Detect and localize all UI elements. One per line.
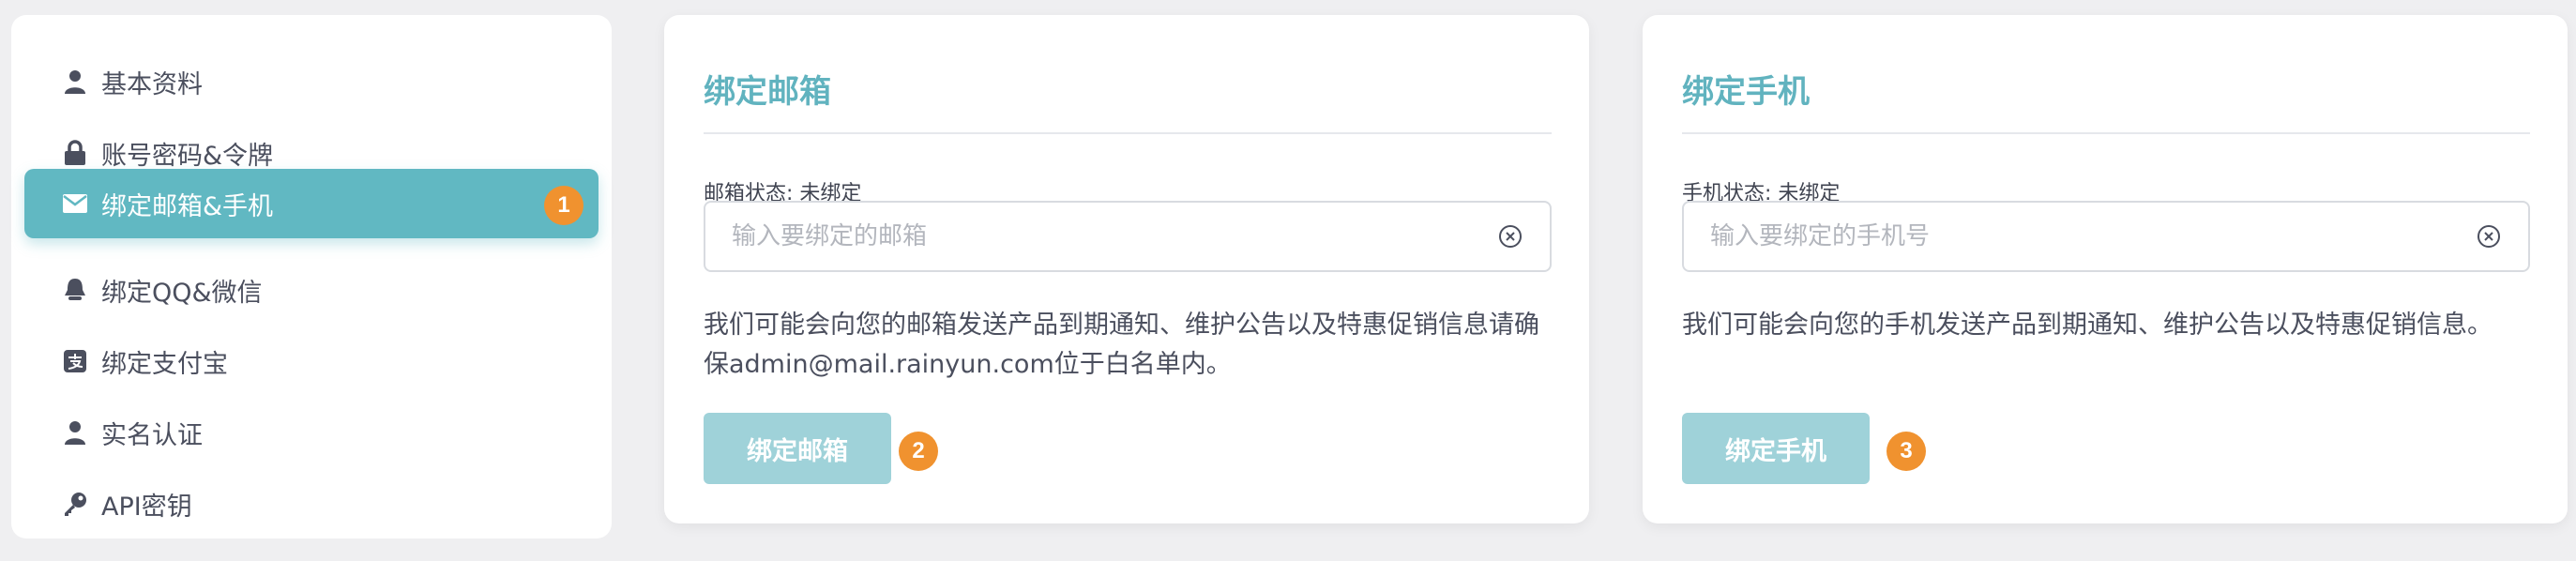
phone-input[interactable]	[1684, 203, 2476, 270]
sidebar-item-real-name[interactable]: 实名认证	[24, 398, 599, 467]
phone-description: 我们可能会向您的手机发送产品到期通知、维护公告以及特惠促销信息。	[1682, 311, 2493, 340]
lock-icon	[62, 140, 88, 166]
sidebar-nav: 基本资料 账号密码&令牌 绑定邮箱&手机 绑定QQ&微信 绑定支付宝 实名认证	[11, 15, 612, 538]
divider	[704, 132, 1552, 134]
divider	[1682, 132, 2530, 134]
bind-email-card: 绑定邮箱 邮箱状态: 未绑定 我们可能会向您的邮箱发送产品到期通知、维护公告以及…	[664, 15, 1589, 523]
bind-phone-button[interactable]: 绑定手机	[1682, 413, 1870, 484]
sidebar-item-label: 绑定邮箱&手机	[101, 191, 274, 221]
email-input[interactable]	[705, 203, 1497, 270]
user-icon	[62, 68, 88, 95]
step-badge-1: 1	[544, 186, 583, 225]
sidebar-item-label: 账号密码&令牌	[101, 141, 274, 171]
alipay-icon	[62, 348, 88, 374]
email-input-wrapper	[704, 201, 1552, 272]
step-badge-3: 3	[1887, 432, 1926, 471]
email-description: 我们可能会向您的邮箱发送产品到期通知、维护公告以及特惠促销信息请确保admin@…	[704, 311, 1539, 379]
user-icon	[62, 419, 88, 446]
sidebar-item-profile[interactable]: 基本资料	[24, 47, 599, 116]
sidebar-item-api-key[interactable]: API密钥	[24, 469, 599, 538]
sidebar-item-label: 基本资料	[101, 69, 203, 99]
sidebar-item-label: API密钥	[101, 492, 192, 522]
phone-input-wrapper	[1682, 201, 2530, 272]
sidebar-item-label: 绑定支付宝	[101, 349, 228, 379]
key-icon	[62, 491, 88, 517]
sidebar-item-bind-alipay[interactable]: 绑定支付宝	[24, 326, 599, 396]
bell-icon	[62, 277, 88, 303]
step-badge-2: 2	[899, 432, 938, 471]
sidebar-item-bind-email-phone[interactable]: 绑定邮箱&手机	[24, 169, 599, 238]
clear-icon[interactable]	[2476, 223, 2502, 250]
sidebar-item-label: 实名认证	[101, 420, 203, 450]
bind-email-button[interactable]: 绑定邮箱	[704, 413, 891, 484]
card-title: 绑定手机	[1682, 73, 1810, 111]
bind-phone-card: 绑定手机 手机状态: 未绑定 我们可能会向您的手机发送产品到期通知、维护公告以及…	[1643, 15, 2568, 523]
sidebar-item-label: 绑定QQ&微信	[101, 278, 263, 308]
clear-icon[interactable]	[1497, 223, 1523, 250]
envelope-icon	[62, 190, 88, 217]
card-title: 绑定邮箱	[704, 73, 831, 111]
sidebar-item-bind-qq-wechat[interactable]: 绑定QQ&微信	[24, 255, 599, 325]
